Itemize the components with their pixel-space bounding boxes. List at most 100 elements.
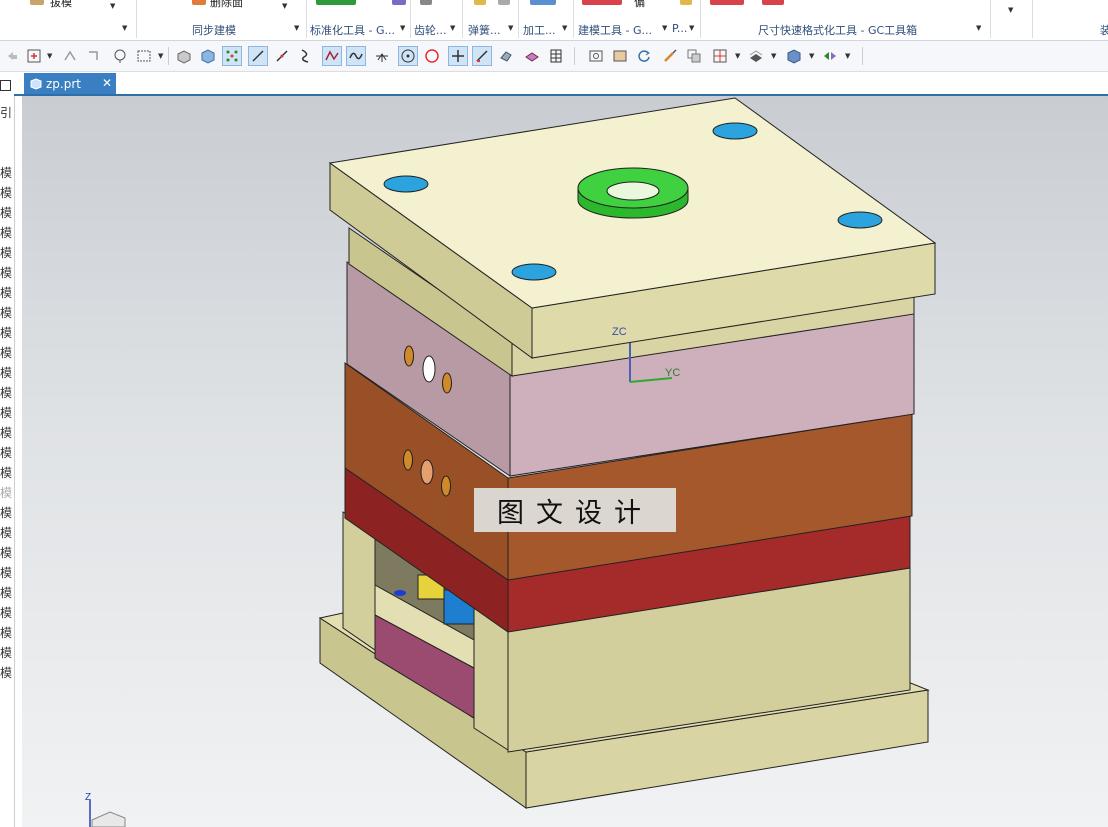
filter-icon[interactable]	[820, 46, 840, 66]
navigator-item-mold[interactable]: 模	[0, 224, 14, 241]
navigator-item-mold[interactable]: 模	[0, 384, 14, 401]
graphics-viewport[interactable]: ZC YC Z 图文设计	[22, 96, 1108, 827]
snap-icon[interactable]	[60, 46, 80, 66]
machining-icon[interactable]	[530, 0, 556, 5]
chevron-down-icon[interactable]: ▼	[976, 24, 981, 32]
grid-icon[interactable]	[710, 46, 730, 66]
ribbon-group-machining[interactable]: 加工...	[523, 22, 556, 38]
layer-icon[interactable]	[522, 46, 542, 66]
navigator-item-mold[interactable]: 模	[0, 264, 14, 281]
ribbon-group-gc-toolbox[interactable]: 尺寸快速格式化工具 - GC工具箱	[758, 22, 917, 38]
navigator-item-mold[interactable]: 模	[0, 204, 14, 221]
spring-icon-2[interactable]	[498, 0, 510, 5]
ribbon-group-spring[interactable]: 弹簧...	[468, 22, 501, 38]
chevron-down-icon[interactable]: ▼	[400, 24, 405, 32]
ribbon-group-p[interactable]: P...	[672, 22, 687, 35]
navigator-item-mold[interactable]: 模	[0, 304, 14, 321]
navigator-item-mold[interactable]: 模	[0, 624, 14, 641]
gear-tool-icon[interactable]	[420, 0, 432, 5]
navigator-item-mold[interactable]: 模	[0, 604, 14, 621]
ribbon-group-standard[interactable]: 标准化工具 - G...	[310, 22, 395, 38]
zoom-icon[interactable]	[610, 46, 630, 66]
navigator-item-mold[interactable]: 模	[0, 464, 14, 481]
navigator-item-mold[interactable]: 模	[0, 244, 14, 261]
render-icon[interactable]	[784, 46, 804, 66]
wave-icon[interactable]	[346, 46, 366, 66]
plus-icon[interactable]	[448, 46, 468, 66]
shade-icon[interactable]	[746, 46, 766, 66]
navigator-item-mold[interactable]: 模	[0, 424, 14, 441]
p-tool-icon[interactable]	[680, 0, 692, 5]
fit-view-icon[interactable]	[586, 46, 606, 66]
circle-icon[interactable]	[422, 46, 442, 66]
chevron-down-icon[interactable]: ▼	[809, 52, 814, 60]
tool-icon[interactable]	[392, 0, 406, 5]
navigator-item-mold[interactable]: 模	[0, 584, 14, 601]
refresh-icon[interactable]	[634, 46, 654, 66]
navigator-item-mold[interactable]: 模	[0, 344, 14, 361]
ribbon-offset-label[interactable]: 偏	[634, 0, 645, 10]
diag-line-icon[interactable]	[272, 46, 292, 66]
curve-icon[interactable]	[296, 46, 316, 66]
navigator-item-mold[interactable]: 模	[0, 364, 14, 381]
chevron-down-icon[interactable]: ▼	[294, 24, 299, 32]
undo-icon[interactable]	[2, 46, 22, 66]
select-filter-icon[interactable]	[24, 46, 44, 66]
box-icon[interactable]	[174, 46, 194, 66]
chevron-down-icon[interactable]: ▼	[771, 52, 776, 60]
chevron-down-icon[interactable]: ▼	[689, 24, 694, 32]
navigator-item-mold[interactable]: 模	[0, 404, 14, 421]
guide-bushing-hole[interactable]	[511, 263, 557, 281]
chevron-down-icon[interactable]: ▼	[562, 24, 567, 32]
navigator-item-mold[interactable]: 模	[0, 164, 14, 181]
chevron-down-icon[interactable]: ▼	[47, 52, 52, 60]
chevron-down-icon[interactable]: ▼	[122, 24, 127, 32]
tab-zp-prt[interactable]: zp.prt ✕	[24, 73, 116, 94]
chevron-down-icon[interactable]: ▼	[508, 24, 513, 32]
navigator-item-mold[interactable]: 模	[0, 504, 14, 521]
ribbon-draft-label[interactable]: 拔模	[50, 0, 72, 10]
draft-icon[interactable]	[30, 0, 44, 5]
grid-points-icon[interactable]	[222, 46, 242, 66]
sync-tools-icon[interactable]	[316, 0, 356, 5]
chevron-down-icon[interactable]: ▼	[1008, 6, 1013, 14]
guide-bushing-hole[interactable]	[837, 211, 883, 229]
close-icon[interactable]: ✕	[102, 76, 112, 90]
navigator-item-mold[interactable]: 模	[0, 484, 14, 501]
brush-icon[interactable]	[660, 46, 680, 66]
guide-bushing-hole[interactable]	[383, 175, 429, 193]
gc-toolbox-icon[interactable]	[710, 0, 744, 5]
gc-toolbox-icon-2[interactable]	[762, 0, 784, 5]
delete-face-icon[interactable]	[192, 0, 206, 5]
guide-bushing-hole[interactable]	[712, 122, 758, 140]
table-icon[interactable]	[546, 46, 566, 66]
intersection-icon[interactable]	[372, 46, 392, 66]
ribbon-group-gear[interactable]: 齿轮...	[414, 22, 447, 38]
ribbon-group-modeling[interactable]: 建模工具 - G...	[578, 22, 652, 38]
ribbon-group-sync[interactable]: 同步建模	[192, 22, 236, 38]
chevron-down-icon[interactable]: ▼	[845, 52, 850, 60]
chevron-down-icon[interactable]: ▼	[735, 52, 740, 60]
spring-icon[interactable]	[474, 0, 486, 5]
navigator-item-mold[interactable]: 模	[0, 524, 14, 541]
rect-select-icon[interactable]	[134, 46, 154, 66]
lasso-icon[interactable]	[110, 46, 130, 66]
navigator-item-mold[interactable]: 模	[0, 664, 14, 681]
ribbon-delete-face-label[interactable]: 删除面	[210, 0, 243, 10]
navigator-item-mold[interactable]: 模	[0, 324, 14, 341]
chevron-down-icon[interactable]: ▼	[158, 52, 163, 60]
navigator-item-mold[interactable]: 模	[0, 184, 14, 201]
navigator-item-mold[interactable]: 模	[0, 544, 14, 561]
chevron-down-icon[interactable]: ▼	[110, 2, 115, 10]
rotate-icon[interactable]	[496, 46, 516, 66]
copy-icon[interactable]	[684, 46, 704, 66]
mold-assembly-model[interactable]: ZC YC Z	[22, 96, 1108, 827]
panel-box-icon[interactable]	[0, 80, 11, 91]
navigator-item-mold[interactable]: 模	[0, 444, 14, 461]
slash-icon[interactable]	[472, 46, 492, 66]
move-icon[interactable]	[84, 46, 104, 66]
navigator-item-mold[interactable]: 模	[0, 644, 14, 661]
modeling-tools-icon[interactable]	[582, 0, 622, 5]
line-icon[interactable]	[248, 46, 268, 66]
navigator-item-mold[interactable]: 模	[0, 564, 14, 581]
